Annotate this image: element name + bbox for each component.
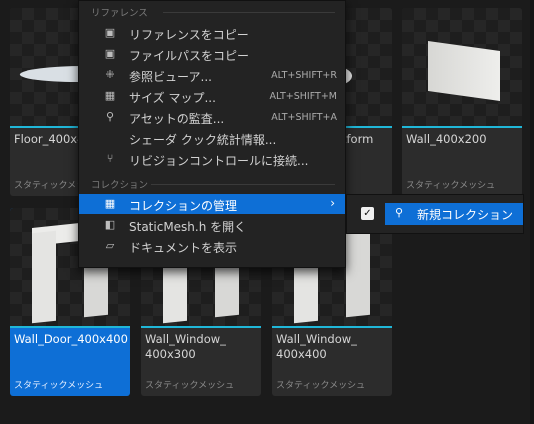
menu-item-label: サイズ マップ... (129, 91, 216, 105)
submenu-item-label: 新規コレクション (417, 208, 514, 222)
collection-grid-icon: ▦ (104, 197, 116, 210)
asset-name: Wall_Door_400x400 (14, 332, 128, 346)
wall-mesh-preview (428, 40, 500, 102)
reference-viewer-icon: ⁜ (105, 68, 115, 81)
menu-item-label: アセットの監査... (129, 112, 225, 126)
copy-reference-icon: ▣ (104, 26, 116, 39)
asset-name: Wall_Window_ 400x300 (145, 332, 226, 361)
menu-item-size-map[interactable]: ▦ サイズ マップ... ALT+SHIFT+M (79, 86, 345, 106)
scrollbar[interactable] (530, 0, 534, 424)
asset-type-bar (141, 326, 261, 328)
location-pin-icon: ⚲ (395, 206, 404, 219)
cpp-file-icon: ◧ (104, 218, 116, 231)
menu-item-copy-reference[interactable]: ▣ リファレンスをコピー (79, 23, 345, 43)
collection-submenu: ✓ ⚲ 新規コレクション (346, 194, 524, 234)
asset-type-bar (10, 326, 130, 328)
asset-tile-wall-400x200[interactable]: Wall_400x200 スタティックメッシュ (402, 8, 522, 196)
size-map-icon: ▦ (104, 89, 116, 102)
menu-item-label: ドキュメントを表示 (129, 241, 238, 255)
submenu-item-new-collection[interactable]: ⚲ 新規コレクション (385, 203, 523, 225)
menu-item-audit-asset[interactable]: ⚲ アセットの監査... ALT+SHIFT+A (79, 107, 345, 127)
copy-path-icon: ▣ (104, 47, 116, 60)
asset-type: スタティックメッシュ (276, 381, 366, 391)
chevron-right-icon: › (330, 196, 335, 210)
asset-name: Wall_400x200 (406, 132, 487, 146)
menu-item-label: ファイルパスをコピー (129, 49, 250, 63)
menu-item-label: リビジョンコントロールに接続... (129, 154, 309, 168)
divider (151, 184, 335, 185)
context-menu: リファレンス ▣ リファレンスをコピー ▣ ファイルパスをコピー ⁜ 参照ビュー… (78, 0, 346, 268)
asset-type-bar (272, 326, 392, 328)
menu-item-label: シェーダ クック統計情報... (129, 133, 277, 147)
section-header-reference: リファレンス (91, 8, 148, 19)
menu-item-view-documentation[interactable]: ▱ ドキュメントを表示 (79, 236, 345, 256)
menu-item-open-source-file[interactable]: ◧ StaticMesh.h を開く (79, 215, 345, 235)
asset-name: Wall_Window_ 400x400 (276, 332, 357, 361)
branch-icon: ⑂ (106, 152, 114, 165)
asset-thumbnail (402, 8, 522, 126)
content-browser: Floor_400x4 スタティックメッシュ tform Wall_400x20… (0, 0, 534, 424)
menu-item-label: リファレンスをコピー (129, 28, 249, 42)
audit-icon: ⚲ (105, 110, 115, 123)
menu-item-copy-file-path[interactable]: ▣ ファイルパスをコピー (79, 44, 345, 64)
menu-item-label: StaticMesh.h を開く (129, 220, 247, 234)
menu-item-label: 参照ビューア... (129, 70, 212, 84)
menu-item-manage-collections[interactable]: ▦ コレクションの管理 › (79, 194, 345, 214)
menu-item-connect-revision-control[interactable]: ⑂ リビジョンコントロールに接続... (79, 149, 345, 169)
section-header-collection: コレクション (91, 180, 149, 191)
menu-item-shader-cook-stats[interactable]: シェーダ クック統計情報... (79, 128, 345, 148)
asset-name: tform (342, 132, 374, 146)
submenu-row: ✓ ⚲ 新規コレクション (347, 203, 523, 225)
book-icon: ▱ (105, 239, 115, 252)
asset-type: スタティックメッシュ (406, 181, 496, 191)
menu-item-shortcut: ALT+SHIFT+A (271, 112, 337, 123)
menu-item-shortcut: ALT+SHIFT+R (271, 70, 337, 81)
asset-type: スタティックメッシュ (14, 381, 104, 391)
checkbox-checked[interactable]: ✓ (361, 207, 374, 220)
menu-item-label: コレクションの管理 (129, 199, 238, 213)
asset-type: スタティックメッシュ (145, 381, 235, 391)
divider (163, 12, 335, 13)
asset-type-bar (402, 126, 522, 128)
menu-item-shortcut: ALT+SHIFT+M (269, 91, 337, 102)
menu-item-reference-viewer[interactable]: ⁜ 参照ビューア... ALT+SHIFT+R (79, 65, 345, 85)
